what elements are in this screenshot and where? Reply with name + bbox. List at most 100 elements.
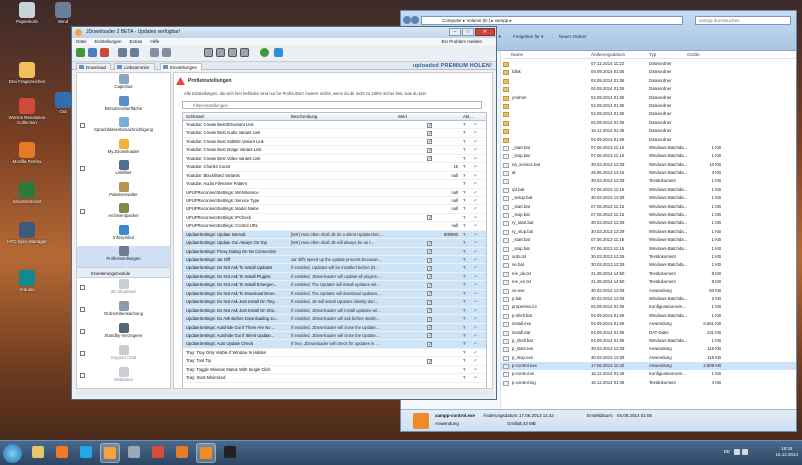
setting-checkbox[interactable]	[427, 282, 432, 288]
reset-icon[interactable]: ↶	[474, 146, 478, 154]
taskbar-firefox-button[interactable]	[172, 443, 192, 463]
file-row[interactable]: ce.exe 30.03.2013 12:29 Anwendung 60 KB	[501, 287, 796, 295]
extension-item[interactable]: Zeitplaner	[77, 366, 170, 388]
reset-icon[interactable]: ↶	[474, 366, 478, 374]
sidebar-item[interactable]: Linkfilter	[77, 160, 170, 181]
setting-row[interactable]: Tray: Tray Only Visible If Window Is Hid…	[183, 349, 486, 358]
setting-checkbox[interactable]	[427, 139, 432, 145]
help-icon[interactable]: ?	[463, 180, 466, 188]
close-button[interactable]: ✕	[475, 28, 495, 36]
address-bar[interactable]: Computer ▸ Volume (E:) ▸ xampp ▸	[421, 16, 683, 25]
start-button[interactable]	[3, 444, 22, 463]
reset-icon[interactable]: ↶	[474, 357, 478, 365]
file-row[interactable]: ry_start.bat 30.03.2013 12:29 Windows-Batc…	[501, 219, 796, 227]
taskbar-cmd-button[interactable]	[220, 443, 240, 463]
tab-download[interactable]: Download	[76, 63, 112, 70]
reconnect-toggle-icon[interactable]	[228, 48, 237, 57]
desktop-icon[interactable]: Papierkorb	[4, 2, 50, 24]
file-row[interactable]: tdisk 04.09.2014 01:06 Dateiordner	[501, 68, 796, 76]
help-icon[interactable]: ?	[463, 307, 466, 315]
file-row[interactable]: _start.bat 07.06.2013 11:15 Windows-Batchd…	[501, 236, 796, 244]
reset-icon[interactable]: ↶	[474, 290, 478, 298]
enable-checkbox[interactable]	[80, 209, 85, 214]
setting-row[interactable]: UpdateSettings: Do Not Ask Just Install …	[183, 306, 486, 316]
enable-checkbox[interactable]	[80, 350, 85, 356]
file-row[interactable]: 04.09.2014 01:06 Dateiordner	[501, 85, 796, 93]
help-icon[interactable]: ?	[463, 239, 466, 247]
reset-icon[interactable]: ↶	[474, 231, 478, 239]
taskbar-explorer-button[interactable]	[28, 443, 48, 463]
file-row[interactable]: p-control.exe 17.06.2013 11:42 Anwendung 2.…	[501, 362, 796, 371]
premium-icon[interactable]	[216, 48, 225, 57]
setting-checkbox[interactable]	[427, 130, 432, 136]
network-icon[interactable]	[734, 449, 740, 455]
start-icon[interactable]	[76, 48, 85, 57]
reset-icon[interactable]: ↶	[474, 324, 478, 332]
file-row[interactable]: _start.bat 07.06.2013 11:15 Windows-Batchd…	[501, 144, 796, 152]
desktop-icon[interactable]: Wind	[52, 2, 74, 24]
help-icon[interactable]: ?	[463, 290, 466, 298]
back-icon[interactable]	[403, 16, 411, 24]
setting-row[interactable]: UpdateSettings: Update Interval [MS] How …	[183, 230, 486, 240]
file-row[interactable]: 04.09.2014 01:06 Dateiordner	[501, 136, 796, 144]
col-name[interactable]: Name	[511, 52, 523, 57]
reset-icon[interactable]: ↶	[474, 315, 478, 323]
sidebar-item[interactable]: Paketverwalter	[77, 181, 170, 203]
help-icon[interactable]: ?	[463, 197, 466, 205]
file-row[interactable]: _stop.bat 07.06.2013 11:15 Windows-Batchda…	[501, 152, 796, 160]
premium-banner[interactable]: uploaded PREMIUM HOLEN!	[413, 63, 492, 69]
taskbar-skype-button[interactable]	[76, 443, 96, 463]
extension-item[interactable]: 3D Shutdown	[77, 278, 170, 300]
file-row[interactable]: ry_stop.bat 30.03.2013 12:29 Windows-Batch…	[501, 228, 796, 236]
move-bottom-icon[interactable]	[162, 48, 171, 57]
sidebar-item[interactable]: Archiventpacker	[77, 203, 170, 224]
menu-datei[interactable]: Datei	[76, 39, 87, 44]
setting-value[interactable]: null	[398, 197, 458, 205]
taskbar-chrome-button[interactable]	[148, 443, 168, 463]
setting-row[interactable]: Tray: Tool Tip? ↶	[183, 357, 486, 366]
col-size[interactable]: Größe	[687, 52, 700, 57]
setting-value[interactable]: 15	[398, 163, 458, 171]
setting-row[interactable]: UPUPReconnectSettings: Service Type null?…	[183, 197, 486, 206]
setting-row[interactable]: UpdateSettings: Do Not Ask To Download E…	[183, 289, 486, 299]
file-row[interactable]: p-control.ini 16.12.2014 01:46 Konfigurati…	[501, 370, 796, 378]
reset-icon[interactable]: ↶	[474, 155, 478, 163]
help-icon[interactable]: ?	[463, 248, 466, 256]
setting-row[interactable]: Youtube: Create Best3D/variant Link? ↶	[183, 121, 486, 130]
help-icon[interactable]: ?	[463, 298, 466, 306]
help-icon[interactable]: ?	[463, 281, 466, 289]
file-row[interactable]: _stop.bat 07.06.2013 11:15 Windows-Batchda…	[501, 211, 796, 219]
reset-icon[interactable]: ↶	[474, 256, 478, 264]
file-row[interactable]: _start.bat 07.06.2013 11:15 Windows-Batchd…	[501, 203, 796, 211]
file-row[interactable]: 04.09.2014 01:05 Dateiordner	[501, 102, 796, 110]
extension-item[interactable]: Support Chat	[77, 344, 170, 366]
file-row[interactable]: ords.txt 30.03.2013 12:29 Textdokument 1 KB	[501, 253, 796, 261]
file-row[interactable]: p-control.log 16.12.2014 01:46 Textdokumen…	[501, 379, 796, 387]
help-icon[interactable]: ?	[463, 121, 466, 129]
extension-item[interactable]: Standby-Verzögerer	[77, 322, 170, 344]
sidebar-item[interactable]: Infosymbol	[77, 224, 170, 246]
file-row[interactable]: 04.09.2014 01:06 Dateiordner	[501, 119, 796, 127]
setting-row[interactable]: UpdateSettings: Do Not Ask To Install Em…	[183, 281, 486, 290]
help-icon[interactable]: ?	[463, 332, 466, 340]
col-value[interactable]: Wert	[398, 113, 407, 121]
setting-row[interactable]: UpdateSettings: Autohide Gui If There Ar…	[183, 323, 486, 332]
desktop-icon[interactable]: Arduino	[4, 270, 50, 292]
taskbar-media-button[interactable]	[52, 443, 72, 463]
setting-checkbox[interactable]	[427, 325, 432, 330]
setting-checkbox[interactable]	[427, 308, 432, 314]
jd-titlebar[interactable]: JDownloader 2 BETA - Updates verfügbar! …	[72, 27, 496, 38]
setting-row[interactable]: Youtube: Chunks Count 15? ↶	[183, 163, 486, 172]
setting-row[interactable]: UpdateSettings: Jar Diff Jar diffs speed …	[183, 256, 486, 265]
file-row[interactable]: yAdmin 04.09.2014 01:06 Dateiordner	[501, 94, 796, 102]
reset-icon[interactable]: ↶	[474, 281, 478, 289]
taskbar-jd-button[interactable]	[100, 443, 120, 463]
setting-checkbox[interactable]	[427, 333, 432, 339]
reset-icon[interactable]: ↶	[474, 129, 478, 137]
setting-checkbox[interactable]	[427, 265, 432, 271]
setting-checkbox[interactable]	[427, 240, 432, 246]
report-problem-link[interactable]: Ein Problem melden	[441, 38, 482, 45]
setting-row[interactable]: UpdateSettings: Do Not Ask To Install Up…	[183, 264, 486, 273]
file-row[interactable]: 04.09.2014 01:06 Dateiordner	[501, 110, 796, 118]
sidebar-item[interactable]: Sprachblasenbenachrichtigung	[77, 117, 170, 138]
